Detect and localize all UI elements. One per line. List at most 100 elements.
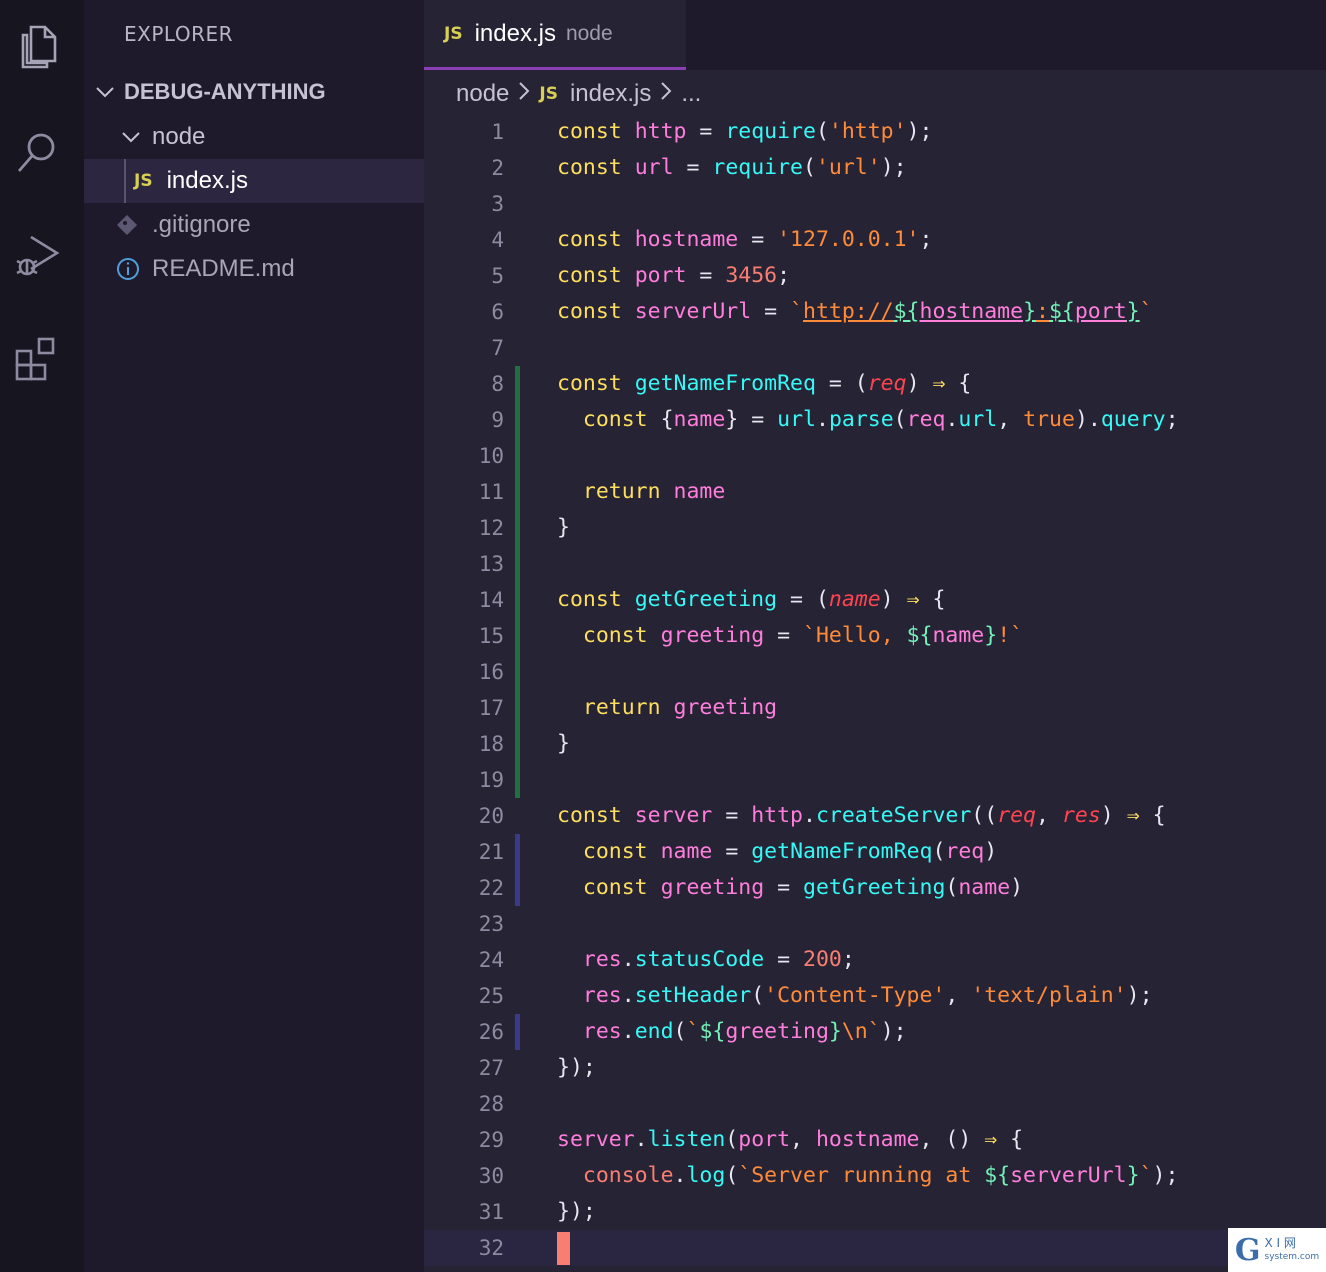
tab-bar: JS index.js node <box>424 0 1326 70</box>
code-line[interactable]: 24 res.statusCode = 200; <box>424 942 1326 978</box>
chevron-down-icon <box>120 126 142 148</box>
code-text: const serverUrl = `http://${hostname}:${… <box>557 299 1153 324</box>
code-text: res.setHeader('Content-Type', 'text/plai… <box>582 983 1153 1008</box>
code-line[interactable]: 32 <box>424 1230 1326 1266</box>
line-number: 21 <box>478 840 504 864</box>
code-line[interactable]: 31}); <box>424 1194 1326 1230</box>
breadcrumb-more[interactable]: ... <box>681 80 701 108</box>
code-line[interactable]: 13 <box>424 546 1326 582</box>
code-line[interactable]: 12} <box>424 510 1326 546</box>
file-readme[interactable]: README.md <box>84 247 424 291</box>
code-line[interactable]: 23 <box>424 906 1326 942</box>
code-text: const greeting = getGreeting(name) <box>582 875 1024 900</box>
breadcrumb-file[interactable]: index.js <box>570 80 651 108</box>
code-line[interactable]: 9 const {name} = url.parse(req.url, true… <box>424 402 1326 438</box>
code-text: const hostname = '127.0.0.1'; <box>557 227 933 252</box>
code-line[interactable]: 2 const url = require('url'); <box>424 150 1326 186</box>
code-line[interactable]: 8 const getNameFromReq = (req) ⇒ { <box>424 366 1326 402</box>
code-line[interactable]: 21 const name = getNameFromReq(req) <box>424 834 1326 870</box>
extensions-icon[interactable] <box>10 332 64 386</box>
breadcrumb-folder[interactable]: node <box>456 80 509 108</box>
line-number: 15 <box>478 624 504 648</box>
line-number: 14 <box>478 588 504 612</box>
code-text: } <box>557 731 570 756</box>
breadcrumb: node JS index.js ... <box>456 76 701 112</box>
code-line[interactable]: 3 <box>424 186 1326 222</box>
code-line[interactable]: 29 server.listen(port, hostname, () ⇒ { <box>424 1122 1326 1158</box>
code-line[interactable]: 30 console.log(`Server running at ${serv… <box>424 1158 1326 1194</box>
code-line[interactable]: 22 const greeting = getGreeting(name) <box>424 870 1326 906</box>
code-text: res.statusCode = 200; <box>582 947 855 972</box>
line-number: 18 <box>478 732 504 756</box>
line-number: 25 <box>478 984 504 1008</box>
root-folder-label: DEBUG-ANYTHING <box>124 79 326 104</box>
line-number: 22 <box>478 876 504 900</box>
chevron-down-icon <box>94 81 116 103</box>
modified-lines-gutter <box>515 1014 520 1050</box>
sidebar-title: EXPLORER <box>124 22 233 46</box>
code-line[interactable]: 6 const serverUrl = `http://${hostname}:$… <box>424 294 1326 330</box>
line-number: 5 <box>491 264 504 288</box>
file-label: index.js <box>166 167 248 194</box>
code-line[interactable]: 15 const greeting = `Hello, ${name}!` <box>424 618 1326 654</box>
code-text: console.log(`Server running at ${serverU… <box>582 1163 1179 1188</box>
code-text: const name = getNameFromReq(req) <box>582 839 998 864</box>
code-line[interactable]: 11 return name <box>424 474 1326 510</box>
folder-label: node <box>152 123 206 150</box>
code-text: }); <box>557 1055 596 1080</box>
code-line[interactable]: 18} <box>424 726 1326 762</box>
code-line[interactable]: 27}); <box>424 1050 1326 1086</box>
code-line[interactable]: 19 <box>424 762 1326 798</box>
js-file-icon: JS <box>134 171 153 191</box>
code-text: const url = require('url'); <box>557 155 907 180</box>
line-number: 26 <box>478 1020 504 1044</box>
explorer-sidebar: EXPLORER DEBUG-ANYTHING node JS index.js… <box>84 0 424 1272</box>
watermark-logo: G X I 网 system.com <box>1228 1228 1326 1272</box>
folder-node[interactable]: node <box>84 115 424 159</box>
line-number: 10 <box>478 444 504 468</box>
code-text: return name <box>582 479 726 504</box>
code-line[interactable]: 14 const getGreeting = (name) ⇒ { <box>424 582 1326 618</box>
code-text: const greeting = `Hello, ${name}!` <box>582 623 1024 648</box>
file-index-js[interactable]: JS index.js <box>84 159 424 203</box>
code-line[interactable]: 1 const http = require('http'); <box>424 114 1326 150</box>
line-number: 12 <box>478 516 504 540</box>
line-number: 19 <box>478 768 504 792</box>
run-debug-icon[interactable] <box>10 228 64 282</box>
line-number: 28 <box>478 1092 504 1116</box>
code-line[interactable]: 10 <box>424 438 1326 474</box>
code-line[interactable]: 7 <box>424 330 1326 366</box>
js-file-icon: JS <box>444 23 463 44</box>
code-line[interactable]: 25 res.setHeader('Content-Type', 'text/p… <box>424 978 1326 1014</box>
code-text: const http = require('http'); <box>557 119 933 144</box>
code-line[interactable]: 26 res.end(`${greeting}\n`); <box>424 1014 1326 1050</box>
modified-lines-gutter <box>515 834 520 906</box>
code-line[interactable]: 16 <box>424 654 1326 690</box>
line-number: 4 <box>491 228 504 252</box>
watermark-g: G <box>1234 1232 1261 1268</box>
explorer-icon[interactable] <box>10 20 64 74</box>
code-line[interactable]: 17 return greeting <box>424 690 1326 726</box>
code-line[interactable]: 5 const port = 3456; <box>424 258 1326 294</box>
line-number: 29 <box>478 1128 504 1152</box>
code-text: const getGreeting = (name) ⇒ { <box>557 587 946 612</box>
line-number: 16 <box>478 660 504 684</box>
line-number: 32 <box>478 1236 504 1260</box>
tab-index-js[interactable]: JS index.js node <box>424 0 686 70</box>
code-line[interactable]: 4 const hostname = '127.0.0.1'; <box>424 222 1326 258</box>
line-number: 13 <box>478 552 504 576</box>
code-text: server.listen(port, hostname, () ⇒ { <box>557 1127 1024 1152</box>
editor: JS index.js node node JS index.js ... 1 c… <box>424 0 1326 1272</box>
code-line[interactable]: 28 <box>424 1086 1326 1122</box>
line-number: 8 <box>491 372 504 396</box>
code-line[interactable]: 20 const server = http.createServer((req,… <box>424 798 1326 834</box>
js-file-icon: JS <box>539 84 558 104</box>
file-gitignore[interactable]: .gitignore <box>84 203 424 247</box>
line-number: 24 <box>478 948 504 972</box>
search-icon[interactable] <box>10 124 64 178</box>
root-folder[interactable]: DEBUG-ANYTHING <box>84 70 424 114</box>
tab-description: node <box>565 21 613 45</box>
line-number: 3 <box>491 192 504 216</box>
line-number: 27 <box>478 1056 504 1080</box>
activity-bar <box>0 0 84 1272</box>
